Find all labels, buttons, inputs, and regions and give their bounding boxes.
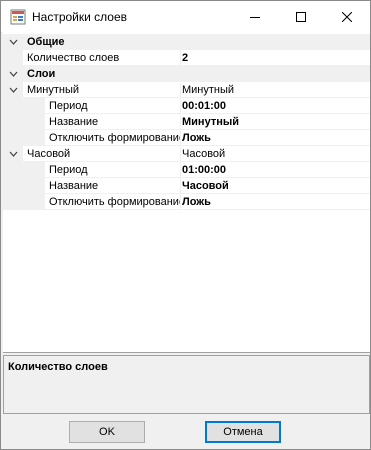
group-value[interactable]: Часовой	[181, 146, 370, 162]
property-label: Отключить формирование	[49, 132, 180, 144]
property-value[interactable]: Ложь	[181, 194, 370, 210]
close-button[interactable]	[324, 1, 370, 32]
ok-button[interactable]: OK	[69, 421, 145, 443]
chevron-down-icon[interactable]	[9, 70, 18, 78]
description-title: Количество слоев	[8, 361, 108, 373]
close-icon	[342, 11, 352, 22]
row-gutter	[3, 130, 45, 146]
minimize-button[interactable]	[232, 1, 278, 32]
row-gutter	[3, 114, 45, 130]
property-row-period[interactable]: Период 01:00:00	[3, 162, 370, 178]
property-row-name[interactable]: Название Часовой	[3, 178, 370, 194]
group-value[interactable]: Минутный	[181, 82, 370, 98]
property-row-disable[interactable]: Отключить формирование Ложь	[3, 194, 370, 210]
property-row-disable[interactable]: Отключить формирование Ложь	[3, 130, 370, 146]
window-title: Настройки слоев	[32, 10, 128, 24]
property-value[interactable]: 00:01:00	[181, 98, 370, 114]
group-row-hour[interactable]: Часовой Часовой	[3, 146, 370, 162]
title-bar[interactable]: Настройки слоев	[1, 1, 370, 32]
chevron-down-icon[interactable]	[9, 86, 18, 94]
maximize-icon	[296, 11, 306, 22]
category-label: Слои	[27, 68, 56, 80]
property-row-period[interactable]: Период 00:01:00	[3, 98, 370, 114]
row-gutter	[3, 194, 45, 210]
category-row-general[interactable]: Общие	[3, 34, 370, 50]
property-value[interactable]: 01:00:00	[181, 162, 370, 178]
properties-app-icon	[10, 9, 26, 25]
chevron-down-icon[interactable]	[9, 38, 18, 46]
row-gutter	[3, 162, 45, 178]
row-divider	[23, 209, 370, 210]
property-row-name[interactable]: Название Минутный	[3, 114, 370, 130]
group-row-minute[interactable]: Минутный Минутный	[3, 82, 370, 98]
property-label: Название	[49, 180, 99, 192]
property-label: Количество слоев	[27, 52, 120, 64]
property-row-layer-count[interactable]: Количество слоев 2	[3, 50, 370, 66]
description-panel: Количество слоев	[3, 355, 370, 414]
property-value[interactable]: Ложь	[181, 130, 370, 146]
property-label: Отключить формирование	[49, 196, 180, 208]
category-row-layers[interactable]: Слои	[3, 66, 370, 82]
property-value[interactable]: Минутный	[181, 114, 370, 130]
property-label: Период	[49, 164, 88, 176]
group-label: Минутный	[27, 84, 80, 96]
row-gutter	[3, 178, 45, 194]
dialog-window: Настройки слоев Общие Количество слоев 2	[0, 0, 371, 450]
maximize-button[interactable]	[278, 1, 324, 32]
category-label: Общие	[27, 36, 65, 48]
property-grid[interactable]: Общие Количество слоев 2 Слои Минутный М…	[3, 32, 370, 353]
row-gutter	[3, 50, 23, 66]
group-label: Часовой	[27, 148, 71, 160]
row-gutter	[3, 98, 45, 114]
property-label: Период	[49, 100, 88, 112]
chevron-down-icon[interactable]	[9, 150, 18, 158]
property-value[interactable]: Часовой	[181, 178, 370, 194]
property-value[interactable]: 2	[181, 50, 370, 66]
minimize-icon	[250, 16, 260, 18]
property-label: Название	[49, 116, 99, 128]
cancel-button[interactable]: Отмена	[205, 421, 281, 443]
